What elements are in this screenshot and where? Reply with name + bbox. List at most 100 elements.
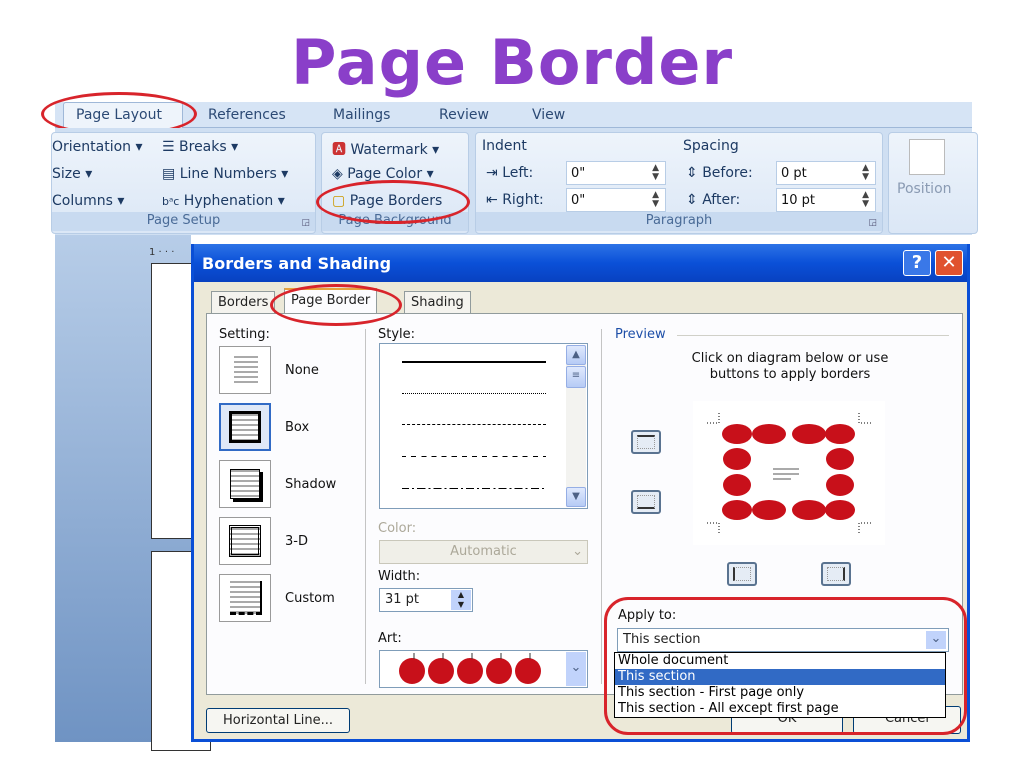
spacing-before-label: ⇕ Before:: [686, 165, 753, 181]
style-label: Style:: [378, 327, 416, 342]
spacing-after-icon: ⇕: [686, 192, 698, 208]
group-arrange: Position: [888, 132, 978, 234]
style-dotted[interactable]: [402, 393, 546, 394]
setting-3d-label[interactable]: 3-D: [285, 534, 308, 549]
indent-left-icon: ⇥: [486, 165, 498, 181]
divider: [677, 335, 949, 336]
style-scrollbar[interactable]: ▲ ≡ ▼: [566, 345, 586, 507]
setting-shadow-label[interactable]: Shadow: [285, 477, 336, 492]
top-border-button[interactable]: [631, 430, 661, 454]
ribbon: Orientation ▾ Size ▾ Columns ▾ ☰ Breaks …: [51, 128, 978, 235]
highlight-page-border-tab: [270, 284, 402, 326]
highlight-page-borders: [316, 180, 470, 224]
indent-right-icon: ⇤: [486, 192, 498, 208]
line-numbers-icon: ▤: [162, 166, 176, 182]
slide-title: Page Border: [290, 26, 734, 99]
dialog-launcher-icon[interactable]: ◲: [868, 218, 877, 228]
scroll-up-icon[interactable]: ▲: [566, 345, 586, 365]
apple-art-icon: [399, 653, 541, 684]
left-border-button[interactable]: [727, 562, 757, 586]
tab-view[interactable]: View: [532, 107, 565, 123]
group-label: Paragraph: [476, 212, 882, 231]
art-select[interactable]: ⌄: [379, 650, 588, 688]
divider: [601, 329, 602, 684]
breaks-button[interactable]: ☰ Breaks ▾: [162, 139, 238, 155]
color-select: Automatic ⌄: [379, 540, 588, 564]
group-paragraph: Indent ⇥ Left: 0" ▲ ▼ ⇤ Right: 0" ▲ ▼ Spacin…: [475, 132, 883, 234]
scroll-down-icon[interactable]: ▼: [566, 487, 586, 507]
spacing-after-input[interactable]: 10 pt ▲ ▼: [776, 188, 876, 212]
spacing-after-label: ⇕ After:: [686, 192, 741, 208]
divider: [365, 329, 366, 684]
style-solid[interactable]: [402, 361, 546, 363]
tab-mailings[interactable]: Mailings: [333, 107, 390, 123]
3d-icon: [229, 525, 261, 557]
chevron-down-icon[interactable]: ⌄: [566, 652, 586, 686]
spacing-label: Spacing: [683, 138, 739, 154]
hyphenation-icon: bᵃc: [162, 195, 180, 208]
watermark-button[interactable]: 🅰 Watermark ▾: [332, 139, 439, 159]
preview-label: Preview: [615, 327, 666, 342]
spinner-icon[interactable]: ▲ ▼: [862, 164, 869, 182]
setting-3d-option[interactable]: [219, 517, 271, 565]
preview-hint: Click on diagram below or use: [691, 351, 889, 366]
columns-button[interactable]: Columns ▾: [52, 193, 124, 209]
setting-shadow-option[interactable]: [219, 460, 271, 508]
size-button[interactable]: Size ▾: [52, 166, 92, 182]
group-label: Page Setup: [52, 212, 315, 231]
setting-box-option[interactable]: [219, 403, 271, 451]
setting-none-label[interactable]: None: [285, 363, 319, 378]
spinner-icon[interactable]: ▲ ▼: [862, 191, 869, 209]
horizontal-line-button[interactable]: Horizontal Line...: [206, 708, 350, 733]
indent-left-label: ⇥ Left:: [486, 165, 534, 181]
tab-borders[interactable]: Borders: [211, 291, 276, 315]
position-button[interactable]: Position: [897, 181, 952, 197]
group-page-setup: Orientation ▾ Size ▾ Columns ▾ ☰ Breaks …: [51, 132, 316, 234]
scroll-thumb[interactable]: ≡: [566, 366, 586, 388]
hyphenation-button[interactable]: bᵃc Hyphenation ▾: [162, 193, 285, 209]
document-area: 1 · · ·: [55, 235, 211, 751]
help-button[interactable]: ?: [903, 250, 931, 276]
spacing-before-input[interactable]: 0 pt ▲ ▼: [776, 161, 876, 185]
tab-shading[interactable]: Shading: [404, 291, 471, 315]
line-numbers-button[interactable]: ▤ Line Numbers ▾: [162, 166, 288, 182]
none-icon: [234, 356, 258, 384]
style-wide-dashed[interactable]: [402, 456, 546, 457]
highlight-apply-to: [604, 597, 967, 735]
spinner-icon[interactable]: ▲ ▼: [652, 164, 659, 182]
indent-label: Indent: [482, 138, 527, 154]
preview-diagram[interactable]: [693, 401, 885, 545]
setting-custom-option[interactable]: [219, 574, 271, 622]
width-select[interactable]: 31 pt ▲ ▼: [379, 588, 473, 612]
color-label: Color:: [378, 521, 417, 536]
breaks-icon: ☰: [162, 139, 175, 155]
dialog-launcher-icon[interactable]: ◲: [301, 218, 310, 228]
spacing-before-icon: ⇕: [686, 165, 698, 181]
shadow-icon: [230, 469, 260, 499]
bottom-border-button[interactable]: [631, 490, 661, 514]
style-dashed[interactable]: [402, 424, 546, 425]
art-label: Art:: [378, 631, 402, 646]
right-border-button[interactable]: [821, 562, 851, 586]
style-list[interactable]: ▲ ≡ ▼: [379, 343, 588, 509]
orientation-button[interactable]: Orientation ▾: [52, 139, 143, 155]
spinner-icon[interactable]: ▲ ▼: [652, 191, 659, 209]
ruler: 1 · · ·: [149, 247, 175, 258]
close-button[interactable]: ✕: [935, 250, 963, 276]
indent-right-label: ⇤ Right:: [486, 192, 544, 208]
tab-references[interactable]: References: [208, 107, 286, 123]
chevron-down-icon: ⌄: [572, 544, 583, 559]
setting-box-label[interactable]: Box: [285, 420, 309, 435]
indent-right-input[interactable]: 0" ▲ ▼: [566, 188, 666, 212]
setting-custom-label[interactable]: Custom: [285, 591, 335, 606]
dialog-title: Borders and Shading: [194, 244, 967, 282]
position-icon: [909, 139, 945, 175]
watermark-icon: 🅰: [332, 142, 346, 158]
paint-bucket-icon: ◈: [332, 166, 343, 182]
setting-label: Setting:: [219, 327, 270, 342]
spinner-icon[interactable]: ▲ ▼: [451, 590, 471, 610]
tab-review[interactable]: Review: [439, 107, 489, 123]
setting-none-option[interactable]: [219, 346, 271, 394]
style-dash-dot[interactable]: [402, 488, 546, 489]
indent-left-input[interactable]: 0" ▲ ▼: [566, 161, 666, 185]
